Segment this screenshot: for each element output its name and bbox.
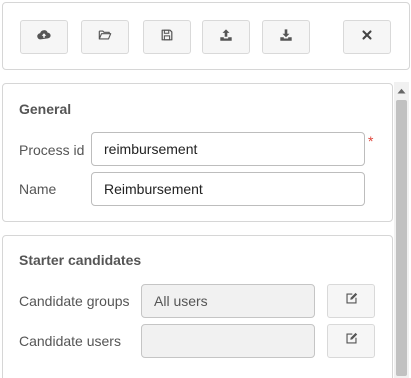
scroll-up-arrow-icon[interactable] [394,84,409,98]
process-editor: General Process id reimbursement * Name … [0,0,411,378]
edit-candidate-groups-button[interactable] [327,284,375,318]
upload-icon [219,28,233,47]
general-title: General [19,101,72,117]
close-icon [360,28,374,47]
edit-icon [345,332,358,350]
process-id-label: Process id [19,142,85,158]
save-button[interactable] [143,20,191,54]
save-icon [160,28,174,47]
candidate-groups-label: Candidate groups [19,293,130,309]
upload-button[interactable] [202,20,250,54]
candidate-users-label: Candidate users [19,333,121,349]
candidate-users-field [141,324,315,358]
properties-scroll-area[interactable]: General Process id reimbursement * Name … [0,82,411,378]
process-id-input[interactable]: reimbursement [91,132,365,166]
general-panel: General Process id reimbursement * Name … [2,83,393,222]
download-button[interactable] [262,20,310,54]
required-indicator: * [368,133,374,149]
candidate-groups-field: All users [141,284,315,318]
edit-icon [345,292,358,310]
close-button[interactable] [343,20,391,54]
cloud-upload-button[interactable] [20,20,68,54]
name-input[interactable]: Reimbursement [91,172,365,206]
scrollbar-thumb[interactable] [396,100,407,376]
folder-open-icon [98,28,112,47]
cloud-upload-icon [37,28,51,47]
starter-candidates-title: Starter candidates [19,252,142,268]
download-icon [279,28,293,47]
toolbar [2,2,410,70]
vertical-scrollbar[interactable] [394,82,409,378]
name-label: Name [19,181,57,197]
edit-candidate-users-button[interactable] [327,324,375,358]
starter-candidates-panel: Starter candidates Candidate groups All … [2,235,393,378]
open-button[interactable] [81,20,129,54]
